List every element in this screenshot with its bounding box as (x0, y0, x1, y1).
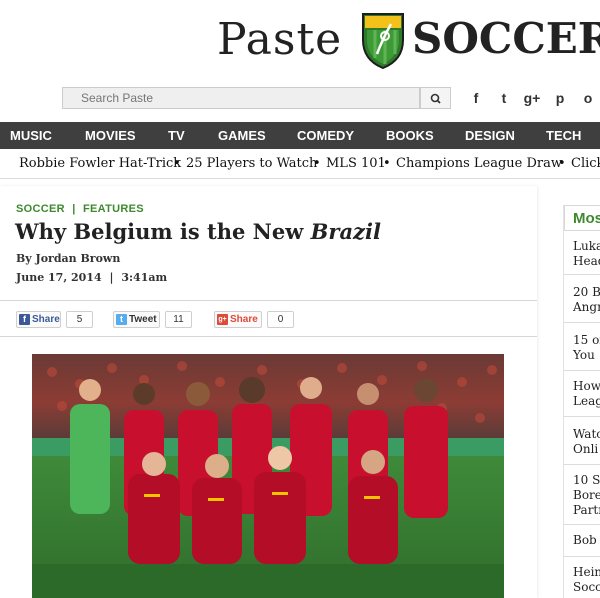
divider (0, 336, 537, 337)
ticker-bullet: • (173, 156, 181, 171)
ticker-link[interactable]: Champions League Draw (396, 156, 562, 171)
site-header: Paste SOCCER (0, 0, 600, 80)
sidebar-item-line: Partn (573, 503, 600, 517)
ticker-bullet: • (383, 156, 391, 171)
sidebar-item-line: Onli (573, 442, 599, 456)
google-plus-icon: g+ (217, 314, 228, 325)
article-title-emphasis: Brazil (310, 219, 381, 244)
most-popular-sidebar: Mos Luka Head 20 B Angr 15 of You How Le… (563, 205, 600, 598)
date-separator: | (109, 271, 114, 284)
twitter-icon[interactable]: t (490, 87, 518, 109)
sidebar-item-line: Bob (573, 533, 597, 547)
sidebar-item-line: Leag (573, 394, 600, 408)
sidebar-item-line: Socc (573, 580, 600, 594)
nav-item-tech[interactable]: TECH (546, 122, 581, 149)
facebook-share-button[interactable]: f Share (16, 311, 61, 328)
sidebar-item-line: Angr (573, 300, 600, 314)
sidebar-item-line: You (573, 348, 595, 362)
category-link-features[interactable]: FEATURES (83, 203, 144, 215)
nav-item-games[interactable]: GAMES (218, 122, 266, 149)
sidebar-item[interactable]: Hein Socc (564, 561, 600, 598)
nav-item-movies[interactable]: MOVIES (85, 122, 136, 149)
article-dateline: June 17, 2014 | 3:41am (16, 271, 167, 284)
team-photo[interactable] (32, 354, 504, 598)
search-bar (62, 87, 451, 109)
pinterest-icon[interactable]: p (546, 87, 574, 109)
article-byline[interactable]: By Jordan Brown (16, 252, 120, 265)
ticker-link[interactable]: MLS 101 (326, 156, 386, 171)
divider (0, 300, 537, 301)
article-categories: SOCCER | FEATURES (16, 203, 144, 215)
article-title: Why Belgium is the New Brazil (15, 219, 381, 244)
instagram-icon[interactable]: o (574, 87, 600, 109)
ticker-link[interactable]: 25 Players to Watch (186, 156, 317, 171)
nav-item-music[interactable]: MUSIC (10, 122, 52, 149)
logo-soccer-text[interactable]: SOCCER (412, 14, 600, 63)
ticker-bullet: • (313, 156, 321, 171)
article-date: June 17, 2014 (16, 271, 102, 284)
tweet-button[interactable]: t Tweet (113, 311, 160, 328)
ticker-link[interactable]: Robbie Fowler Hat-Trick (19, 156, 181, 171)
ticker-bullet: • (558, 156, 566, 171)
nav-item-tv[interactable]: TV (168, 122, 185, 149)
ticker-link[interactable]: Click (571, 156, 600, 171)
sidebar-item[interactable]: 10 Sc Bore Partn (564, 469, 600, 525)
sidebar-item[interactable]: Bob (564, 529, 600, 557)
article: SOCCER | FEATURES Why Belgium is the New… (0, 186, 537, 598)
search-icon (430, 93, 441, 104)
nav-item-comedy[interactable]: COMEDY (297, 122, 354, 149)
social-links: f t g+ p o (462, 87, 600, 109)
google-share-button[interactable]: g+ Share (214, 311, 262, 328)
sidebar-item-line: 10 Sc (573, 473, 600, 487)
sidebar-item-line: Luka (573, 239, 600, 253)
google-share-count: 0 (267, 311, 294, 328)
sidebar-item-line: Watc (573, 427, 600, 441)
article-time: 3:41am (121, 271, 168, 284)
sidebar-item[interactable]: Luka Head (564, 235, 600, 275)
sidebar-item-line: Hein (573, 565, 600, 579)
search-input[interactable] (62, 87, 420, 109)
facebook-share-count: 5 (66, 311, 93, 328)
tweet-count: 11 (165, 311, 192, 328)
search-button[interactable] (420, 87, 451, 109)
category-separator: | (72, 203, 76, 215)
sidebar-item-line: Head (573, 254, 600, 268)
tweet-label: Tweet (129, 314, 157, 325)
twitter-icon: t (116, 314, 127, 325)
sidebar-heading: Mos (564, 205, 600, 231)
sidebar-item-line: 15 of (573, 333, 600, 347)
soccer-shield-logo-icon[interactable] (359, 10, 407, 70)
sidebar-item[interactable]: 20 B Angr (564, 281, 600, 323)
facebook-icon: f (19, 314, 30, 325)
trending-ticker: Robbie Fowler Hat-Trick • 25 Players to … (0, 149, 600, 179)
nav-item-books[interactable]: BOOKS (386, 122, 434, 149)
main-nav: MUSIC MOVIES TV GAMES COMEDY BOOKS DESIG… (0, 122, 600, 149)
category-link-soccer[interactable]: SOCCER (16, 203, 65, 215)
facebook-icon[interactable]: f (462, 87, 490, 109)
logo-paste-text[interactable]: Paste (217, 14, 342, 65)
sidebar-item[interactable]: Watc Onli (564, 423, 600, 465)
nav-item-design[interactable]: DESIGN (465, 122, 515, 149)
sidebar-item[interactable]: 15 of You (564, 329, 600, 371)
sidebar-item-line: How (573, 379, 600, 393)
facebook-share-label: Share (32, 314, 60, 325)
google-plus-icon[interactable]: g+ (518, 87, 546, 109)
google-share-label: Share (230, 314, 258, 325)
sidebar-item-line: Bore (573, 488, 600, 502)
article-title-main: Why Belgium is the New (15, 219, 311, 244)
sidebar-item[interactable]: How Leag (564, 375, 600, 417)
sidebar-item-line: 20 B (573, 285, 600, 299)
